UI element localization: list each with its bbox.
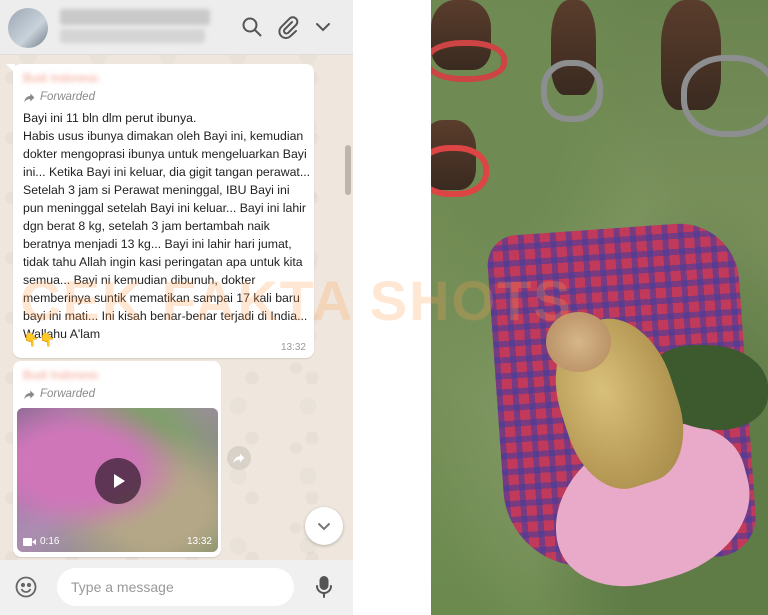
- search-icon[interactable]: [240, 15, 264, 39]
- bubble-tail: [6, 64, 15, 73]
- message-input[interactable]: [57, 568, 294, 606]
- play-icon: [114, 474, 125, 488]
- forward-arrow-icon: [24, 389, 35, 399]
- chevron-down-icon[interactable]: [311, 15, 335, 39]
- sandal-shape: [681, 55, 768, 137]
- contact-name-blurred[interactable]: [60, 9, 210, 25]
- message-time: 13:32: [280, 342, 306, 353]
- pointing-down-emoji: 👇👇: [23, 332, 56, 347]
- microphone-icon[interactable]: [313, 575, 335, 599]
- composer-bar: [0, 560, 353, 615]
- emoji-icon[interactable]: [14, 575, 38, 599]
- video-thumbnail[interactable]: 0:16 13:32: [17, 408, 218, 552]
- sandal-shape: [431, 145, 489, 197]
- chat-header: [0, 0, 353, 55]
- forwarded-label: Forwarded: [23, 90, 95, 104]
- message-time: 13:32: [186, 536, 212, 547]
- message-bubble-video[interactable]: Budi Indonesia Forwarded 0:16 13:32: [13, 361, 221, 557]
- forward-arrow-icon: [24, 92, 35, 102]
- video-duration-text: 0:16: [40, 536, 60, 547]
- avatar[interactable]: [8, 8, 48, 48]
- sandal-shape: [541, 60, 603, 122]
- video-camera-icon: [23, 537, 36, 546]
- sender-name-blurred: Budi Indonesia: [23, 71, 98, 84]
- scrollbar-thumb[interactable]: [345, 145, 351, 195]
- sandal-shape: [431, 40, 507, 82]
- contact-status-blurred: [60, 29, 205, 43]
- paperclip-icon[interactable]: [276, 15, 300, 39]
- forwarded-text: Forwarded: [40, 388, 95, 400]
- scroll-to-bottom-button[interactable]: [305, 507, 343, 545]
- chevron-down-icon: [318, 523, 330, 531]
- forward-arrow-icon: [233, 453, 245, 464]
- play-button[interactable]: [95, 458, 141, 504]
- forward-share-button[interactable]: [227, 446, 251, 470]
- watermark: CEK FAKTA SHOTS: [20, 269, 573, 332]
- video-duration: 0:16: [23, 536, 59, 547]
- forwarded-label: Forwarded: [23, 387, 95, 401]
- sender-name-blurred: Budi Indonesia: [23, 368, 98, 381]
- forwarded-text: Forwarded: [40, 91, 95, 103]
